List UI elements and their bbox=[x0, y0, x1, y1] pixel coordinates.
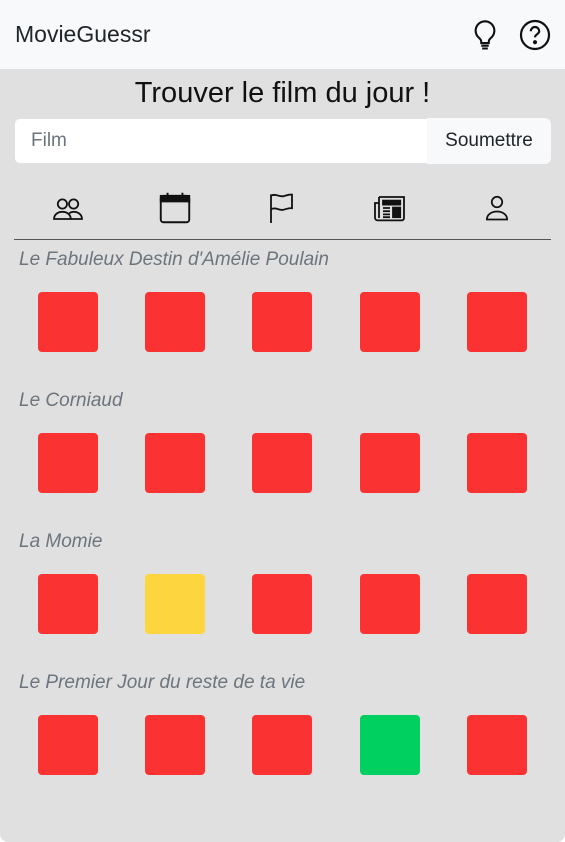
nav-icons bbox=[469, 19, 551, 51]
result-square-wrong bbox=[467, 574, 527, 634]
calendar-icon[interactable] bbox=[153, 186, 197, 230]
result-squares bbox=[0, 574, 565, 634]
result-square-wrong bbox=[252, 574, 312, 634]
result-square-wrong bbox=[145, 433, 205, 493]
result-square-wrong bbox=[467, 292, 527, 352]
result-square-wrong bbox=[38, 574, 98, 634]
result-square-wrong bbox=[467, 715, 527, 775]
guess-movie-title: Le Fabuleux Destin d'Amélie Poulain bbox=[19, 249, 329, 270]
guess-movie-title: Le Premier Jour du reste de ta vie bbox=[19, 672, 306, 693]
app-container: MovieGuessr Trouver le film du jour ! So… bbox=[0, 0, 565, 842]
result-squares bbox=[0, 715, 565, 775]
result-square-wrong bbox=[38, 715, 98, 775]
result-square-wrong bbox=[145, 292, 205, 352]
result-square-wrong bbox=[252, 715, 312, 775]
result-square-wrong bbox=[360, 433, 420, 493]
result-squares bbox=[0, 292, 565, 352]
result-square-wrong bbox=[252, 433, 312, 493]
result-square-wrong bbox=[145, 715, 205, 775]
guess-movie-title: La Momie bbox=[19, 531, 103, 552]
result-square-wrong bbox=[360, 292, 420, 352]
lightbulb-icon[interactable] bbox=[469, 19, 501, 51]
people-icon[interactable] bbox=[46, 186, 90, 230]
question-circle-icon[interactable] bbox=[519, 19, 551, 51]
navbar: MovieGuessr bbox=[0, 0, 565, 69]
brand-title[interactable]: MovieGuessr bbox=[15, 21, 150, 48]
result-square-wrong bbox=[38, 292, 98, 352]
movie-search-input[interactable] bbox=[14, 118, 427, 164]
flag-icon[interactable] bbox=[260, 186, 304, 230]
person-icon[interactable] bbox=[475, 186, 519, 230]
newspaper-icon[interactable] bbox=[368, 186, 412, 230]
result-square-wrong bbox=[467, 433, 527, 493]
result-square-partial bbox=[145, 574, 205, 634]
submit-button[interactable]: Soumettre bbox=[427, 118, 551, 164]
category-bar bbox=[14, 186, 551, 240]
guess-movie-title: Le Corniaud bbox=[19, 390, 123, 411]
result-square-wrong bbox=[38, 433, 98, 493]
result-squares bbox=[0, 433, 565, 493]
result-square-correct bbox=[360, 715, 420, 775]
result-square-wrong bbox=[360, 574, 420, 634]
page-title: Trouver le film du jour ! bbox=[134, 77, 431, 109]
result-square-wrong bbox=[252, 292, 312, 352]
search-group: Soumettre bbox=[14, 118, 551, 164]
